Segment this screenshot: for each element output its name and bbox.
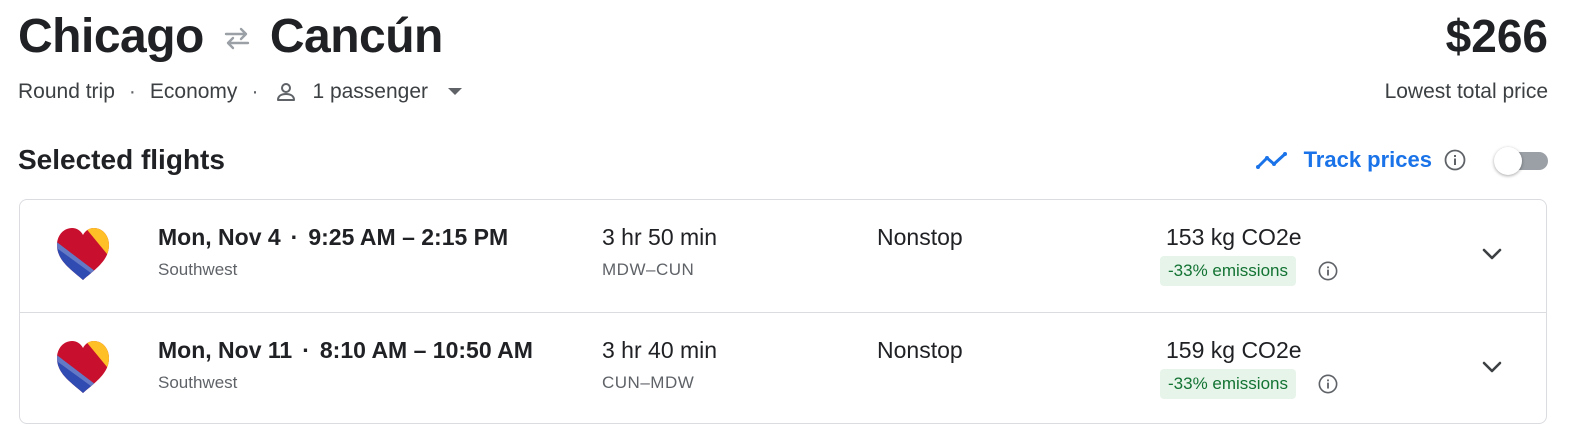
passenger-count: 1 passenger [312,80,429,103]
trending-line-icon [1255,150,1290,170]
selected-flights-card: Mon, Nov 4 · 9:25 AM – 2:15 PM Southwest 3… [19,199,1547,424]
flight-route: MDW–CUN [602,260,695,279]
emissions-badge: -33% emissions [1160,369,1296,399]
info-icon[interactable] [1318,261,1338,281]
flight-duration: 3 hr 40 min [602,337,718,363]
departure-arrival: 8:10 AM – 10:50 AM [319,337,533,363]
caret-down-icon [448,88,463,96]
flight-date: Mon, Nov 4 [158,224,281,250]
emissions-badge: -33% emissions [1160,256,1296,286]
chevron-down-icon[interactable] [1478,240,1506,268]
person-icon [274,80,298,104]
southwest-logo [54,226,112,282]
co2-emissions: 153 kg CO2e [1166,224,1302,250]
flight-times: Mon, Nov 4 · 9:25 AM – 2:15 PM [158,224,508,251]
toggle-knob [1494,147,1522,175]
track-prices-button[interactable]: Track prices [1255,147,1432,173]
track-prices-label: Track prices [1303,147,1432,172]
destination-city: Cancún [269,9,444,63]
separator-dot: · [251,80,259,103]
trip-type: Round trip [18,80,115,103]
track-prices-bar: Track prices [1255,142,1548,178]
separator-dot: · [128,80,136,103]
trip-options: Round trip · Economy · 1 passenger [18,78,463,106]
chevron-down-icon[interactable] [1478,353,1506,381]
flight-stops: Nonstop [877,337,963,363]
flight-route: CUN–MDW [602,373,695,392]
departure-arrival: 9:25 AM – 2:15 PM [308,224,509,250]
info-icon[interactable] [1318,374,1338,394]
swap-arrows-icon [222,26,252,50]
flight-date: Mon, Nov 11 [158,337,293,363]
track-prices-toggle[interactable] [1494,147,1548,175]
southwest-logo [54,339,112,395]
separator-dot: · [302,337,310,363]
flight-row-return[interactable]: Mon, Nov 11 · 8:10 AM – 10:50 AM Southwest… [20,312,1546,423]
section-title: Selected flights [18,144,225,175]
flight-duration: 3 hr 50 min [602,224,718,250]
flight-stops: Nonstop [877,224,963,250]
airline-name: Southwest [158,373,238,392]
total-price: $266 [1445,10,1548,62]
separator-dot: · [290,224,299,250]
airline-name: Southwest [158,260,238,279]
origin-city: Chicago [18,9,204,63]
co2-emissions: 159 kg CO2e [1166,337,1302,363]
passenger-selector[interactable]: 1 passenger [272,80,463,104]
cabin-class: Economy [149,80,238,103]
info-icon[interactable] [1444,149,1466,171]
flight-times: Mon, Nov 11 · 8:10 AM – 10:50 AM [158,337,533,364]
route-title: Chicago Cancún [18,6,443,66]
flight-row-outbound[interactable]: Mon, Nov 4 · 9:25 AM – 2:15 PM Southwest 3… [20,200,1546,312]
price-caption: Lowest total price [1384,80,1548,103]
